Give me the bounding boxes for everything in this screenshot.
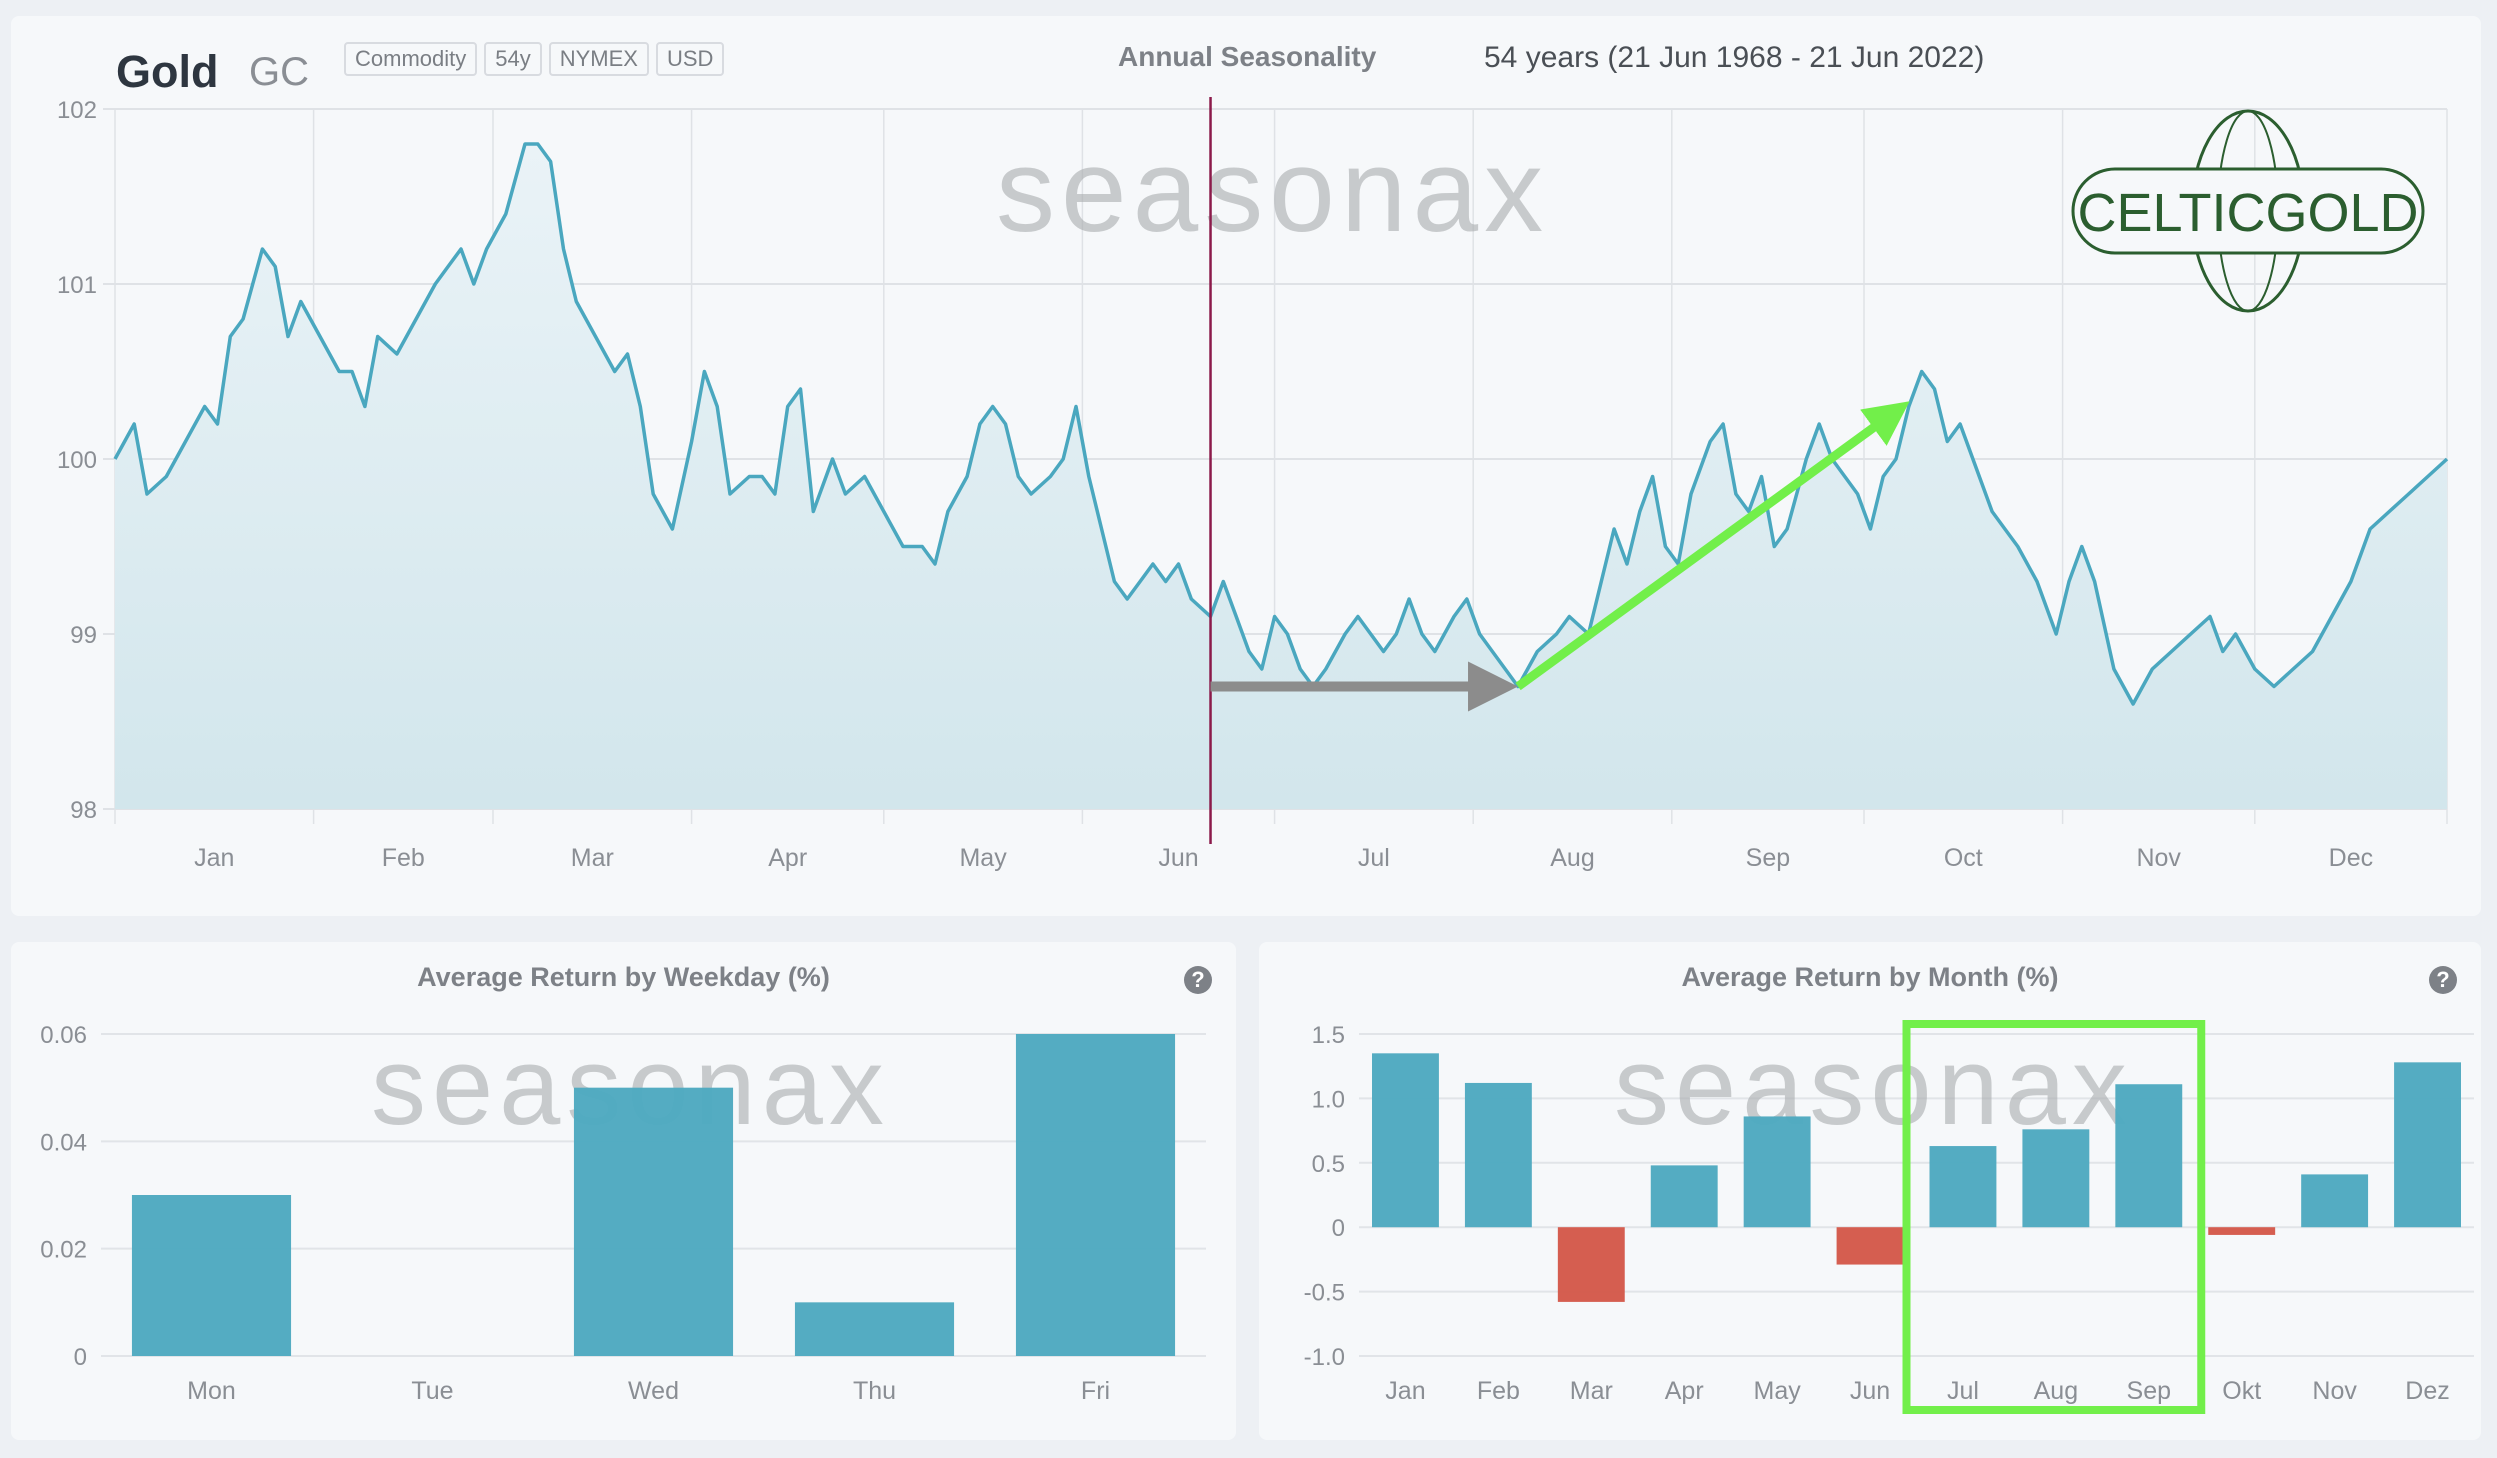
- x-tick-label: Nov: [2312, 1377, 2357, 1405]
- x-tick-label: Aug: [1550, 844, 1594, 872]
- x-tick-label: Jan: [194, 844, 234, 872]
- bar-dez: [2394, 1062, 2461, 1228]
- celticgold-logo: CELTICGOLD: [2071, 109, 2425, 313]
- y-tick-label: 0.02: [40, 1237, 87, 1264]
- y-tick-label: 102: [57, 97, 97, 124]
- logo-text: CELTICGOLD: [2077, 183, 2418, 243]
- x-tick-label: Dez: [2405, 1377, 2449, 1405]
- seasonax-watermark: seasonax: [996, 125, 1549, 257]
- seasonality-panel: Gold GC Commodity 54y NYMEX USD Annual S…: [11, 16, 2481, 916]
- y-tick-label: 98: [70, 797, 97, 824]
- x-tick-label: Oct: [1944, 844, 1983, 872]
- bar-fri: [1015, 1034, 1176, 1356]
- y-tick-label: -0.5: [1304, 1280, 1345, 1307]
- x-tick-label: Okt: [2222, 1377, 2261, 1405]
- seasonality-chart[interactable]: 98 99 100 101 102 Jan Feb Mar Apr May Jun Jul Aug Sep…: [11, 16, 2481, 916]
- x-tick-label: May: [959, 844, 1007, 872]
- y-tick-label: 0.06: [40, 1022, 87, 1049]
- y-tick-label: 0.5: [1312, 1151, 1345, 1178]
- bar-mon: [131, 1195, 292, 1356]
- bar-jul: [1929, 1146, 1997, 1228]
- y-tick-label: 1.5: [1312, 1022, 1345, 1049]
- x-tick-label: Feb: [382, 844, 425, 872]
- x-tick-label: Mon: [187, 1377, 236, 1405]
- x-tick-label: Aug: [2034, 1377, 2078, 1405]
- month-panel: Average Return by Month (%) ? -1.0 -0.5 0 0…: [1259, 942, 2481, 1440]
- y-tick-label: 99: [70, 622, 97, 649]
- x-tick-label: Apr: [1665, 1377, 1704, 1405]
- x-tick-label: Mar: [1570, 1377, 1613, 1405]
- bar-sep: [2115, 1084, 2183, 1228]
- bar-may: [1743, 1116, 1811, 1228]
- x-tick-label: Wed: [628, 1377, 679, 1405]
- bar-thu: [794, 1302, 955, 1356]
- x-tick-label: Jun: [1850, 1377, 1890, 1405]
- y-tick-label: 0: [1332, 1215, 1345, 1242]
- x-tick-label: Sep: [1746, 844, 1790, 872]
- bar-aug: [2022, 1129, 2090, 1228]
- x-tick-label: Fri: [1081, 1377, 1110, 1405]
- y-tick-label: -1.0: [1304, 1344, 1345, 1371]
- y-tick-label: 1.0: [1312, 1086, 1345, 1113]
- bar-nov: [2301, 1174, 2369, 1228]
- x-tick-label: Jun: [1158, 844, 1198, 872]
- bar-apr: [1650, 1165, 1718, 1228]
- x-tick-label: Feb: [1477, 1377, 1520, 1405]
- x-tick-label: Tue: [411, 1377, 453, 1405]
- weekday-chart: 00.020.040.06 seasonaxMon Tue Wed Thu Fri: [40, 1022, 1206, 1405]
- month-chart: -1.0-0.500.51.01.5 seasonaxJan Feb Mar Apr Ma…: [1304, 1020, 2474, 1414]
- bar-wed: [573, 1087, 734, 1356]
- weekday-panel: Average Return by Weekday (%) ? 0 0.02 0.0…: [11, 942, 1236, 1440]
- bar-feb: [1464, 1082, 1532, 1228]
- x-tick-label: Dec: [2329, 844, 2373, 872]
- x-tick-label: Sep: [2127, 1377, 2171, 1405]
- x-tick-label: Jul: [1358, 844, 1390, 872]
- bar-okt: [2208, 1227, 2276, 1235]
- x-tick-label: Apr: [768, 844, 807, 872]
- x-tick-label: May: [1754, 1377, 1802, 1405]
- bar-jan: [1372, 1053, 1439, 1228]
- bar-mar: [1557, 1227, 1625, 1302]
- y-tick-label: 0: [74, 1344, 87, 1371]
- x-tick-label: Mar: [571, 844, 614, 872]
- y-tick-label: 0.04: [40, 1129, 87, 1156]
- x-tick-label: Jan: [1385, 1377, 1425, 1405]
- bar-jun: [1836, 1227, 1904, 1265]
- x-tick-label: Jul: [1947, 1377, 1979, 1405]
- x-tick-label: Nov: [2136, 844, 2181, 872]
- y-tick-label: 100: [57, 447, 97, 474]
- x-tick-label: Thu: [853, 1377, 896, 1405]
- y-tick-label: 101: [57, 272, 97, 299]
